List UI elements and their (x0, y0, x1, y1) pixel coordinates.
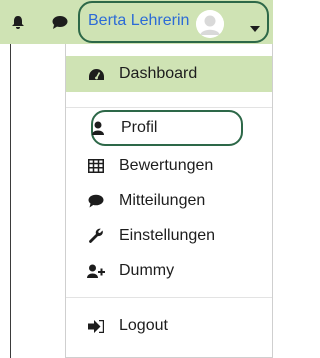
menu-item-logout[interactable]: Logout (66, 308, 272, 344)
menu-item-label: Logout (119, 317, 168, 334)
sign-out-icon (87, 317, 105, 335)
menu-divider (66, 297, 272, 298)
avatar (196, 10, 224, 38)
menu-item-dashboard[interactable]: Dashboard (66, 56, 272, 92)
user-name: Berta Lehrerin (88, 12, 190, 29)
dashboard-icon (87, 65, 105, 83)
menu-item-bewertungen[interactable]: Bewertungen (66, 148, 272, 184)
menu-item-label: Einstellungen (119, 227, 216, 244)
table-icon (87, 157, 105, 175)
menu-item-label: Mitteilungen (119, 192, 206, 209)
top-navbar: Berta Lehrerin (0, 0, 273, 44)
user-plus-icon (87, 262, 105, 280)
menu-item-mitteilungen[interactable]: Mitteilungen (66, 183, 272, 219)
user-menu-button[interactable]: Berta Lehrerin (78, 1, 269, 43)
caret-down-icon (250, 19, 260, 37)
menu-divider (66, 107, 272, 108)
menu-item-label: Dashboard (119, 65, 198, 82)
wrench-icon (87, 227, 105, 245)
content-border (10, 44, 11, 358)
menu-item-einstellungen[interactable]: Einstellungen (66, 218, 272, 254)
user-dropdown-menu: Dashboard Profil Bewertungen Mitteilunge… (65, 44, 273, 358)
bell-icon[interactable] (11, 0, 25, 44)
speech-bubble-icon[interactable] (52, 0, 68, 44)
menu-item-label: Dummy (119, 262, 175, 279)
menu-item-label: Profil (121, 119, 158, 136)
menu-item-dummy[interactable]: Dummy (66, 253, 272, 289)
menu-item-label: Bewertungen (119, 157, 214, 174)
speech-bubble-icon (87, 192, 105, 210)
menu-item-profil[interactable]: Profil (91, 110, 243, 146)
user-icon (89, 119, 107, 137)
